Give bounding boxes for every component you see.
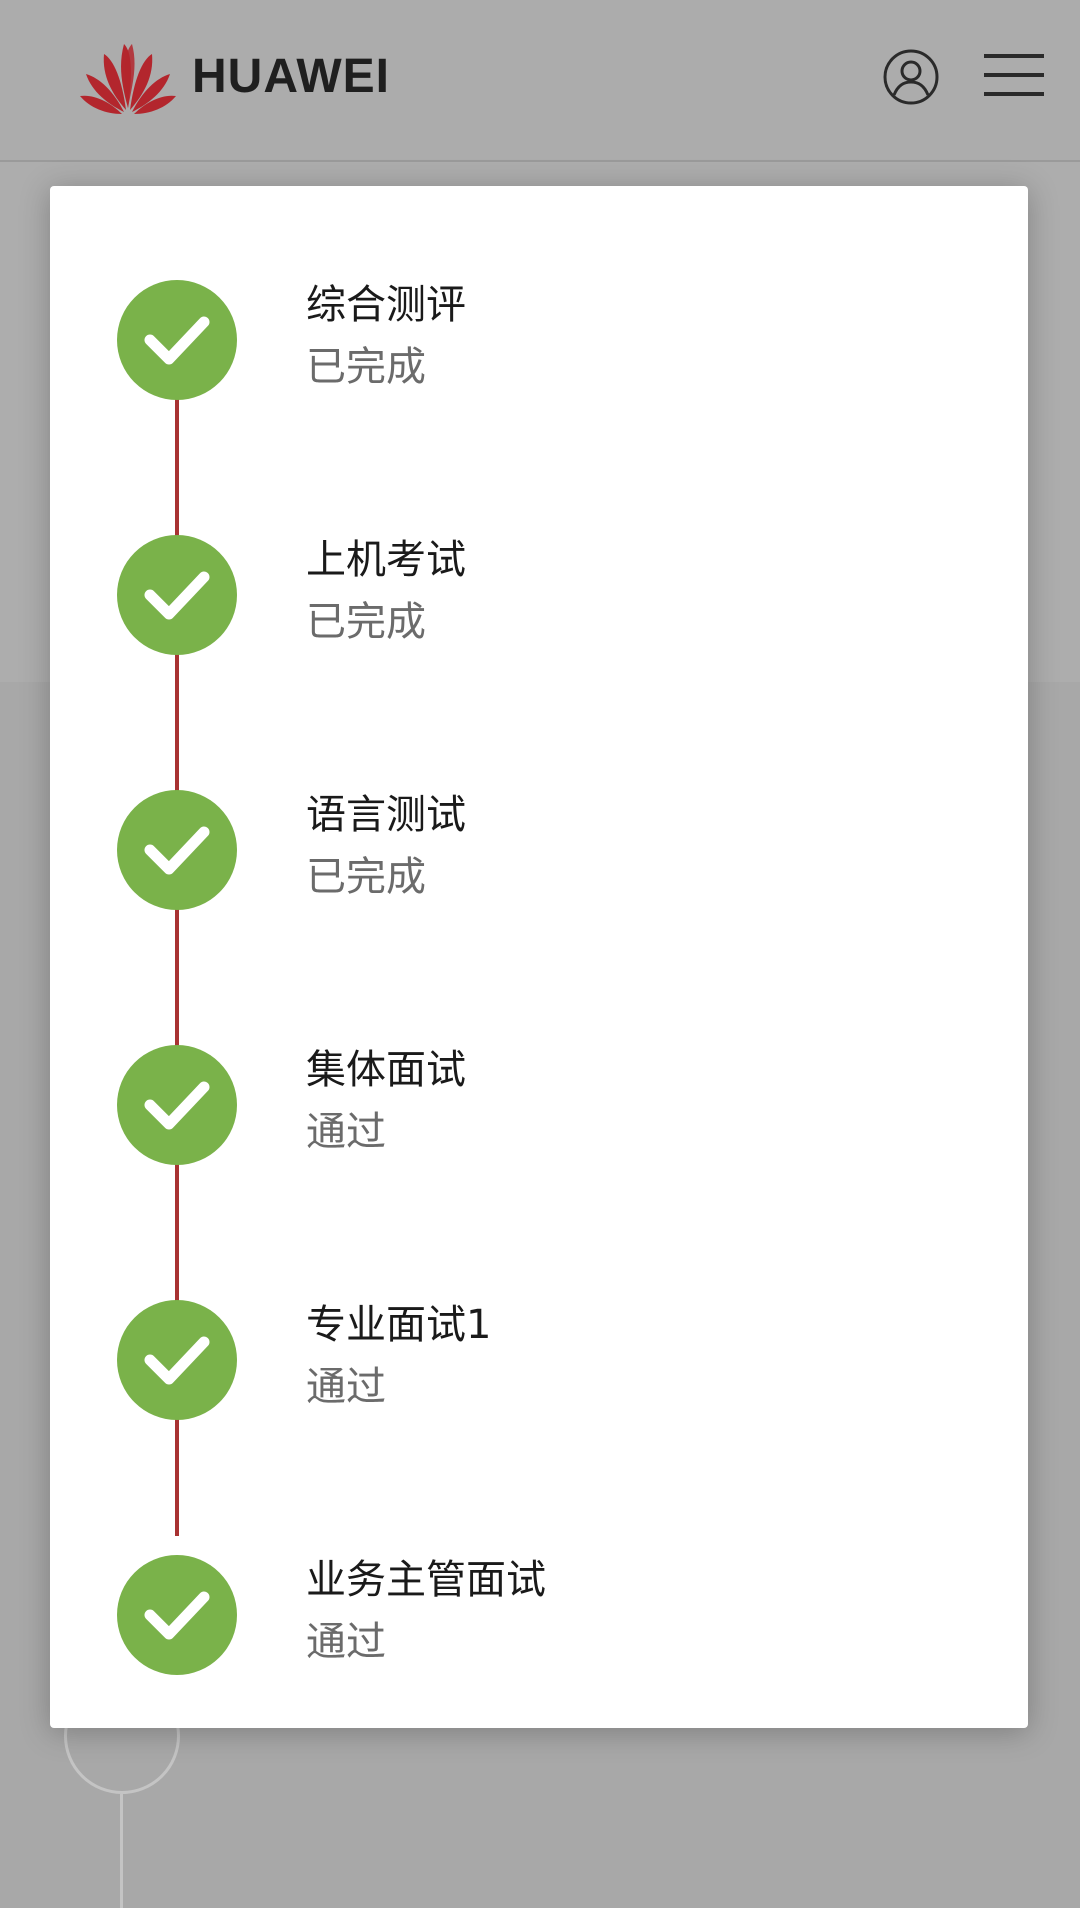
step-status-badge — [117, 280, 237, 400]
step-status-badge — [117, 1555, 237, 1675]
user-account-icon — [883, 49, 939, 105]
step-status: 通过 — [306, 1109, 386, 1155]
screen: HUAWEI 综合测评 已完成 上机考试 已完成 语言测试 已完成 集体面试 通… — [0, 0, 1080, 1908]
brand-logo[interactable]: HUAWEI — [78, 36, 390, 116]
progress-step: 业务主管面试 通过 — [50, 1555, 1028, 1675]
check-icon — [144, 1081, 210, 1130]
step-status-badge — [117, 1300, 237, 1420]
progress-step: 上机考试 已完成 — [50, 535, 1028, 655]
check-icon — [144, 571, 210, 620]
step-title: 业务主管面试 — [306, 1557, 546, 1603]
step-status: 已完成 — [306, 854, 426, 900]
progress-step: 集体面试 通过 — [50, 1045, 1028, 1165]
menu-bar — [984, 54, 1044, 58]
check-icon — [144, 1591, 210, 1640]
progress-dialog: 综合测评 已完成 上机考试 已完成 语言测试 已完成 集体面试 通过 专业面试1… — [50, 186, 1028, 1728]
menu-bar — [984, 73, 1044, 77]
check-icon — [144, 316, 210, 365]
menu-bar — [984, 92, 1044, 96]
progress-step: 综合测评 已完成 — [50, 280, 1028, 400]
step-title: 集体面试 — [306, 1047, 466, 1093]
user-account-button[interactable] — [882, 48, 940, 106]
step-status-badge — [117, 790, 237, 910]
step-title: 综合测评 — [306, 282, 466, 328]
check-icon — [144, 1336, 210, 1385]
step-status: 已完成 — [306, 599, 426, 645]
huawei-petal-logo-icon — [80, 44, 176, 114]
step-title: 上机考试 — [306, 537, 466, 583]
brand-name: HUAWEI — [192, 49, 390, 103]
progress-step: 专业面试1 通过 — [50, 1300, 1028, 1420]
progress-step: 语言测试 已完成 — [50, 790, 1028, 910]
step-status: 已完成 — [306, 344, 426, 390]
step-status: 通过 — [306, 1364, 386, 1410]
step-status-badge — [117, 535, 237, 655]
step-status: 通过 — [306, 1619, 386, 1665]
step-status-badge — [117, 1045, 237, 1165]
step-title: 专业面试1 — [306, 1302, 492, 1348]
check-icon — [144, 826, 210, 875]
top-header: HUAWEI — [0, 0, 1080, 162]
step-title: 语言测试 — [306, 792, 466, 838]
hamburger-menu-button[interactable] — [984, 50, 1044, 100]
background-step-line — [120, 1794, 123, 1908]
